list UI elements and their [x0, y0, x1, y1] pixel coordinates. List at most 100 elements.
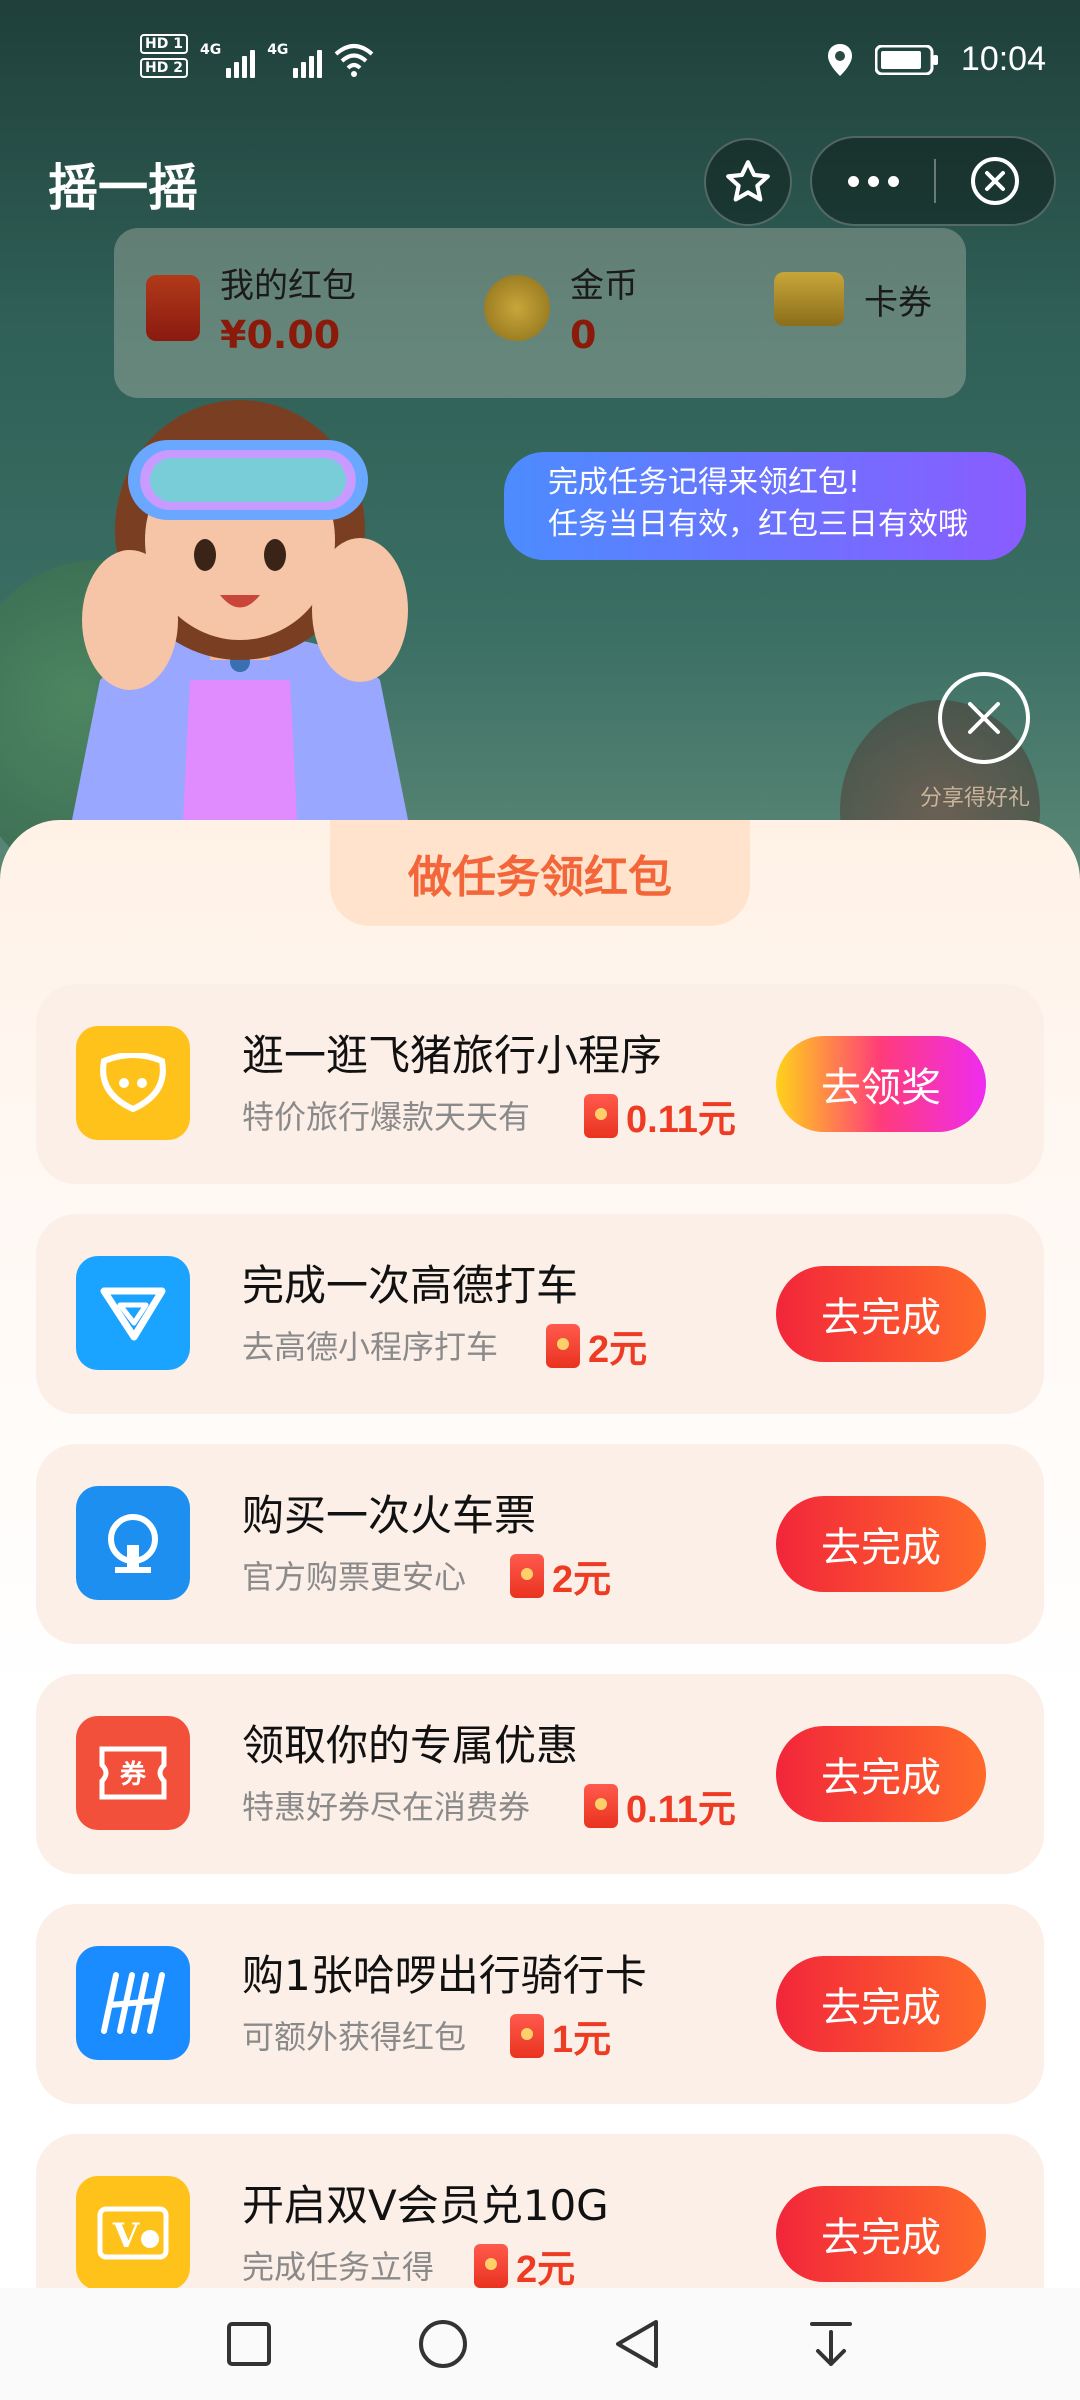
status-bar: HD 1 HD 2 4G 4G 10:04 — [0, 0, 1080, 110]
task-subtitle: 去高德小程序打车 — [242, 1328, 499, 1366]
tip-bubble: 完成任务记得来领红包! 任务当日有效，红包三日有效哦 — [504, 452, 1026, 560]
mascot-illustration — [60, 400, 420, 880]
task-subtitle: 完成任务立得 — [242, 2248, 435, 2286]
wallet-card: 我的红包 ¥0.00 金币 0 卡券 — [114, 228, 966, 398]
tip-line-1: 完成任务记得来领红包! — [548, 465, 861, 500]
circle-icon — [419, 2320, 467, 2368]
task-card: 购1张哈啰出行骑行卡 可额外获得红包 1元 去完成 — [36, 1904, 1044, 2104]
fliggy-icon — [76, 1026, 190, 1140]
favorite-button[interactable] — [704, 138, 792, 226]
task-reward: 2元 — [474, 2238, 575, 2290]
fliggy-logo — [100, 1053, 166, 1113]
task-subtitle: 特价旅行爆款天天有 — [242, 1098, 531, 1136]
share-label: 分享得好礼 — [919, 786, 1030, 811]
claim-reward-button[interactable]: 去领奖 — [776, 1036, 986, 1132]
arrow-down-icon — [810, 2322, 852, 2366]
wifi-icon — [335, 44, 374, 77]
signal-1-icon: 4G — [199, 42, 256, 78]
sheet-header: 做任务领红包 — [330, 820, 750, 926]
square-icon — [227, 2322, 271, 2366]
amap-logo — [100, 1287, 166, 1341]
home-button[interactable] — [416, 2317, 470, 2371]
task-subtitle: 可额外获得红包 — [242, 2018, 467, 2056]
task-reward: 1元 — [510, 2008, 611, 2063]
svg-text:V: V — [112, 2216, 140, 2256]
wallet-coins[interactable]: 金币 0 — [484, 258, 638, 357]
complete-task-button[interactable]: 去完成 — [776, 2186, 986, 2282]
train-ticket-icon — [76, 1486, 190, 1600]
task-title: 逛一逛飞猪旅行小程序 — [242, 1031, 663, 1080]
task-card: 券 领取你的专属优惠 特惠好券尽在消费券 0.11元 去完成 — [36, 1674, 1044, 1874]
task-reward: 0.11元 — [584, 1778, 736, 1833]
coupon-logo: 券 — [99, 1746, 167, 1800]
task-card: 完成一次高德打车 去高德小程序打车 2元 去完成 — [36, 1214, 1044, 1414]
task-title: 完成一次高德打车 — [242, 1261, 579, 1310]
network-type-2: 4G — [267, 42, 289, 58]
tip-line-2: 任务当日有效，红包三日有效哦 — [548, 507, 968, 542]
task-reward: 0.11元 — [584, 1088, 736, 1143]
wallet-vouchers[interactable]: 卡券 — [774, 272, 932, 326]
task-list: 逛一逛飞猪旅行小程序 特价旅行爆款天天有 0.11元 去领奖 完成一次高德打车 … — [36, 984, 1044, 2290]
hd2-badge: HD 2 — [140, 58, 188, 78]
reward-amount: 2元 — [516, 2249, 576, 2290]
railway-logo — [108, 1514, 158, 1573]
complete-task-button[interactable]: 去完成 — [776, 1726, 986, 1822]
hd-indicators: HD 1 HD 2 — [140, 34, 188, 78]
hd1-badge: HD 1 — [140, 34, 188, 54]
coupon-icon: 券 — [76, 1716, 190, 1830]
task-subtitle: 官方购票更安心 — [242, 1558, 467, 1596]
network-type-1: 4G — [199, 42, 222, 58]
task-card: V 开启双V会员兑10G 完成任务立得 2元 去完成 — [36, 2134, 1044, 2290]
task-card: 逛一逛飞猪旅行小程序 特价旅行爆款天天有 0.11元 去领奖 — [36, 984, 1044, 1184]
battery-icon — [874, 44, 938, 75]
wallet-red-packet[interactable]: 我的红包 ¥0.00 — [146, 258, 356, 357]
clock: 10:04 — [960, 40, 1046, 78]
more-dot — [867, 175, 879, 187]
double-v-icon: V — [76, 2176, 190, 2290]
reward-amount: 0.11元 — [626, 1789, 736, 1831]
task-title: 开启双V会员兑10G — [242, 2181, 609, 2230]
task-reward: 2元 — [510, 1548, 611, 1603]
coin-icon — [484, 274, 550, 341]
reward-amount: 0.11元 — [626, 1099, 736, 1141]
red-packet-value: ¥0.00 — [220, 313, 341, 357]
page-title: 摇一摇 — [48, 159, 198, 217]
back-button[interactable] — [610, 2317, 664, 2371]
mini-program-capsule — [810, 136, 1056, 226]
coins-label: 金币 — [570, 266, 638, 306]
triangle-back-icon — [616, 2320, 658, 2368]
task-title: 购买一次火车票 — [242, 1491, 537, 1540]
system-nav-bar — [0, 2288, 1080, 2400]
reward-amount: 2元 — [588, 1329, 648, 1371]
exit-button[interactable] — [936, 155, 1054, 207]
notification-pull-button[interactable] — [804, 2317, 858, 2371]
reward-amount: 1元 — [552, 2019, 612, 2061]
task-subtitle: 特惠好券尽在消费券 — [242, 1788, 531, 1826]
hellobike-logo — [101, 1972, 165, 2034]
svg-text:券: 券 — [120, 1760, 147, 1790]
red-packet-icon — [474, 2243, 508, 2288]
task-sheet: 做任务领红包 逛一逛飞猪旅行小程序 特价旅行爆款天天有 0.11元 去领奖 完成… — [0, 820, 1080, 2290]
recent-apps-button[interactable] — [222, 2317, 276, 2371]
red-packet-icon — [146, 274, 200, 341]
signal-2-icon: 4G — [267, 42, 323, 78]
task-reward: 2元 — [546, 1318, 647, 1373]
close-popup-button[interactable] — [938, 672, 1030, 764]
task-title: 领取你的专属优惠 — [242, 1721, 579, 1770]
exit-icon — [971, 157, 1019, 205]
complete-task-button[interactable]: 去完成 — [776, 1266, 986, 1362]
coins-value: 0 — [570, 313, 597, 357]
red-packet-icon — [546, 1323, 580, 1368]
red-packet-icon — [510, 1553, 544, 1598]
complete-task-button[interactable]: 去完成 — [776, 1496, 986, 1592]
red-packet-icon — [584, 1093, 618, 1138]
double-v-logo: V — [97, 2206, 169, 2260]
red-packet-label: 我的红包 — [220, 266, 356, 306]
complete-task-button[interactable]: 去完成 — [776, 1956, 986, 2052]
hellobike-icon — [76, 1946, 190, 2060]
red-packet-icon — [584, 1783, 618, 1828]
more-button[interactable] — [812, 138, 934, 224]
red-packet-icon — [510, 2013, 544, 2058]
location-icon — [827, 43, 852, 76]
status-left: HD 1 HD 2 4G 4G — [140, 34, 374, 78]
